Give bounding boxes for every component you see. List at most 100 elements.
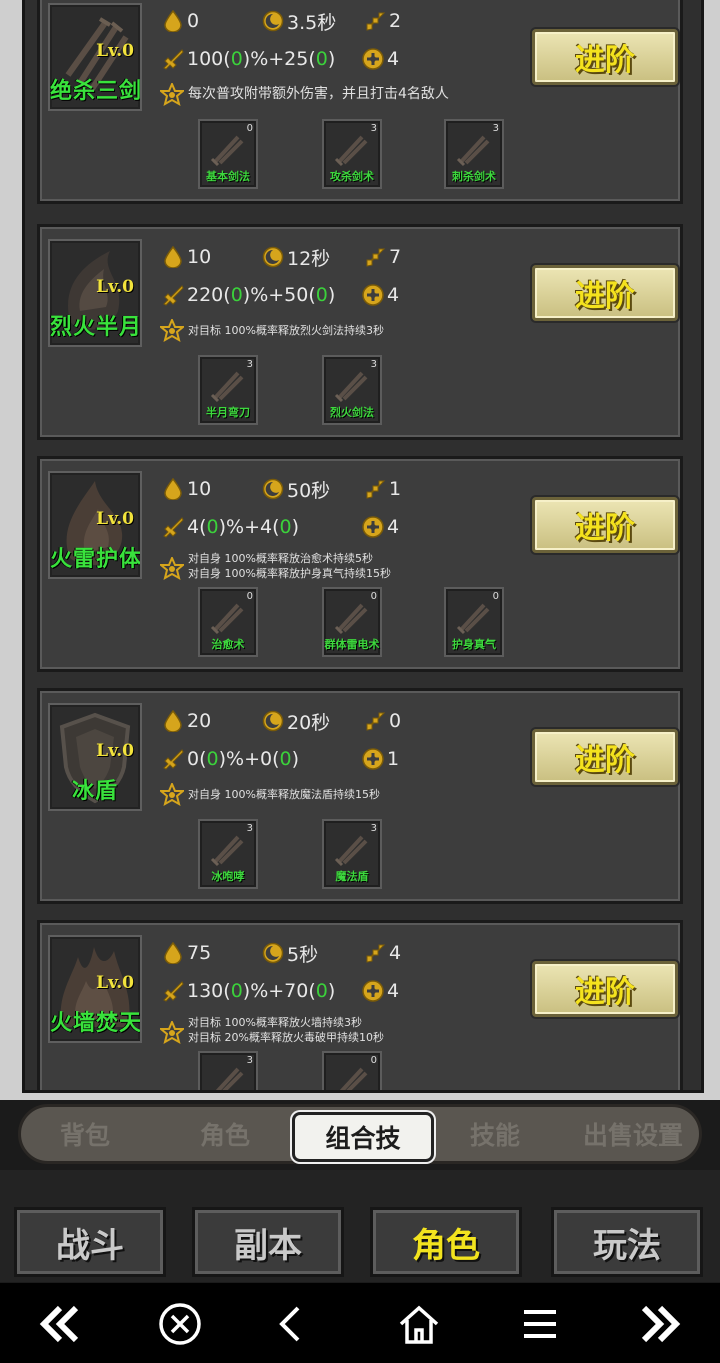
target-icon <box>362 748 384 770</box>
main-button-play[interactable]: 玩法 <box>551 1207 703 1277</box>
tab-bag[interactable]: 背包 <box>30 1112 140 1156</box>
sub-skill-art-icon <box>334 371 368 403</box>
sub-skill-art-icon <box>213 1067 244 1090</box>
sub-skill-slot[interactable]: 0 治愈术 <box>198 587 258 657</box>
cooldown: 3.5秒 <box>262 7 336 35</box>
sub-skill-slot[interactable]: 0 群体雷电术 <box>322 587 382 657</box>
sub-skill-art-icon <box>456 135 490 167</box>
damage-text: )%+4( <box>218 516 280 538</box>
advance-button[interactable]: 进阶 <box>532 961 678 1017</box>
main-button-dungeon[interactable]: 副本 <box>192 1207 344 1277</box>
tab-role[interactable]: 角色 <box>170 1112 280 1156</box>
sub-skill-slot[interactable]: 0 护身真气 <box>444 587 504 657</box>
star-icon <box>158 781 186 807</box>
advance-button[interactable]: 进阶 <box>532 497 678 553</box>
double-chevron-left-icon[interactable] <box>36 1300 84 1348</box>
skill-name: 火雷护体 <box>50 547 142 572</box>
damage-text: ) <box>291 516 300 538</box>
menu-icon[interactable] <box>516 1300 564 1348</box>
close-circle-icon[interactable] <box>156 1300 204 1348</box>
skill-name: 火墙焚天 <box>50 1011 142 1036</box>
sub-skill-slot[interactable]: 3 烈火剑法 <box>322 355 382 425</box>
sub-skill-art-icon <box>210 135 244 167</box>
sub-skill-slot[interactable]: 3 攻杀剑术 <box>322 119 382 189</box>
sub-skill-art-icon <box>334 835 368 867</box>
target-count: 4 <box>362 45 399 73</box>
mp-cost: 10 <box>162 243 211 271</box>
advance-button[interactable]: 进阶 <box>532 729 678 785</box>
stage-value: 4 <box>389 942 402 964</box>
sword-icon <box>163 981 184 1002</box>
advance-button[interactable]: 进阶 <box>532 265 678 321</box>
damage-bonus: 0 <box>230 48 243 70</box>
main-button-battle[interactable]: 战斗 <box>14 1207 166 1277</box>
advance-button[interactable]: 进阶 <box>532 29 678 85</box>
sub-skill-count: 0 <box>492 591 499 602</box>
sub-skill-art-icon <box>210 371 244 403</box>
damage-text: 220( <box>187 284 231 306</box>
damage-text: )%+50( <box>242 284 316 306</box>
damage-text: )%+0( <box>218 748 280 770</box>
sword-icon <box>163 49 184 70</box>
cooldown-value: 12秒 <box>287 247 331 270</box>
sub-skill-slot[interactable]: 0 基本剑法 <box>198 119 258 189</box>
target-value: 4 <box>387 284 400 306</box>
damage: 220(0)%+50(0) <box>162 281 335 309</box>
damage-bonus: 0 <box>206 516 219 538</box>
skill-name: 绝杀三剑 <box>50 79 142 104</box>
tab-sale[interactable]: 出售设置 <box>566 1112 700 1156</box>
system-nav-bar <box>0 1283 720 1363</box>
star-icon <box>158 317 186 343</box>
sub-skill-label: 治愈术 <box>211 638 245 651</box>
sub-skill-art-icon <box>337 1067 368 1090</box>
description-line: 对目标 20%概率释放火毒破甲持续10秒 <box>188 1031 384 1044</box>
skill-icon[interactable]: Lv.0 冰盾 <box>48 703 142 811</box>
mp-cost: 10 <box>162 475 211 503</box>
mana-drop-icon <box>164 942 182 964</box>
tab-combo[interactable]: 组合技 <box>292 1112 434 1162</box>
sub-skill-slot[interactable]: 0 <box>322 1051 382 1090</box>
skill-icon[interactable]: Lv.0 烈火半月 <box>48 239 142 347</box>
skill-icon[interactable]: Lv.0 火雷护体 <box>48 471 142 579</box>
stairs-icon <box>366 944 386 963</box>
skill-description: 对目标 100%概率释放烈火剑法持续3秒 <box>188 323 384 338</box>
sub-skill-count: 3 <box>246 1055 253 1066</box>
sub-skill-label: 刺杀剑术 <box>452 170 496 183</box>
description-line: 对目标 100%概率释放烈火剑法持续3秒 <box>188 324 384 337</box>
damage-bonus: 0 <box>315 980 328 1002</box>
sub-skill-count: 3 <box>370 359 377 370</box>
cooldown-value: 3.5秒 <box>287 11 337 34</box>
combo-skill-list[interactable]: Lv.0 绝杀三剑 0 3.5秒 2 100(0)%+25(0) 4 每次普攻附带额外伤害，并… <box>22 0 704 1093</box>
home-icon[interactable] <box>395 1300 443 1348</box>
main-button-role[interactable]: 角色 <box>370 1207 522 1277</box>
sword-icon <box>163 517 184 538</box>
target-count: 4 <box>362 977 399 1005</box>
tab-skill[interactable]: 技能 <box>440 1112 550 1156</box>
mana-drop-icon <box>164 10 182 32</box>
skill-icon[interactable]: Lv.0 火墙焚天 <box>48 935 142 1043</box>
stairs-icon <box>366 480 386 499</box>
sub-skill-count: 0 <box>370 591 377 602</box>
sub-skill-slot[interactable]: 3 刺杀剑术 <box>444 119 504 189</box>
target-count: 1 <box>362 745 399 773</box>
back-arrow-icon[interactable] <box>266 1300 314 1348</box>
double-chevron-right-icon[interactable] <box>636 1300 684 1348</box>
sub-skill-label: 基本剑法 <box>206 170 250 183</box>
damage-bonus: 0 <box>230 980 243 1002</box>
sub-skill-slot[interactable]: 3 <box>198 1051 258 1090</box>
mana-drop-icon <box>164 478 182 500</box>
damage: 4(0)%+4(0) <box>162 513 299 541</box>
stage-value: 2 <box>389 10 402 32</box>
sub-skill-slot[interactable]: 3 冰咆哮 <box>198 819 258 889</box>
mana-drop-icon <box>164 710 182 732</box>
damage-text: 130( <box>187 980 231 1002</box>
damage-text: ) <box>327 48 336 70</box>
skill-icon[interactable]: Lv.0 绝杀三剑 <box>48 3 142 111</box>
target-value: 4 <box>387 516 400 538</box>
sub-skill-count: 0 <box>370 1055 377 1066</box>
mp-cost: 75 <box>162 939 211 967</box>
combo-skill-card: Lv.0 火雷护体 10 50秒 1 4(0)%+4(0) 4 对自身 100%概率释放治愈术… <box>37 456 683 672</box>
sub-skill-slot[interactable]: 3 半月弯刀 <box>198 355 258 425</box>
sub-skill-slot[interactable]: 3 魔法盾 <box>322 819 382 889</box>
description-line: 每次普攻附带额外伤害，并且打击4名敌人 <box>188 86 449 102</box>
